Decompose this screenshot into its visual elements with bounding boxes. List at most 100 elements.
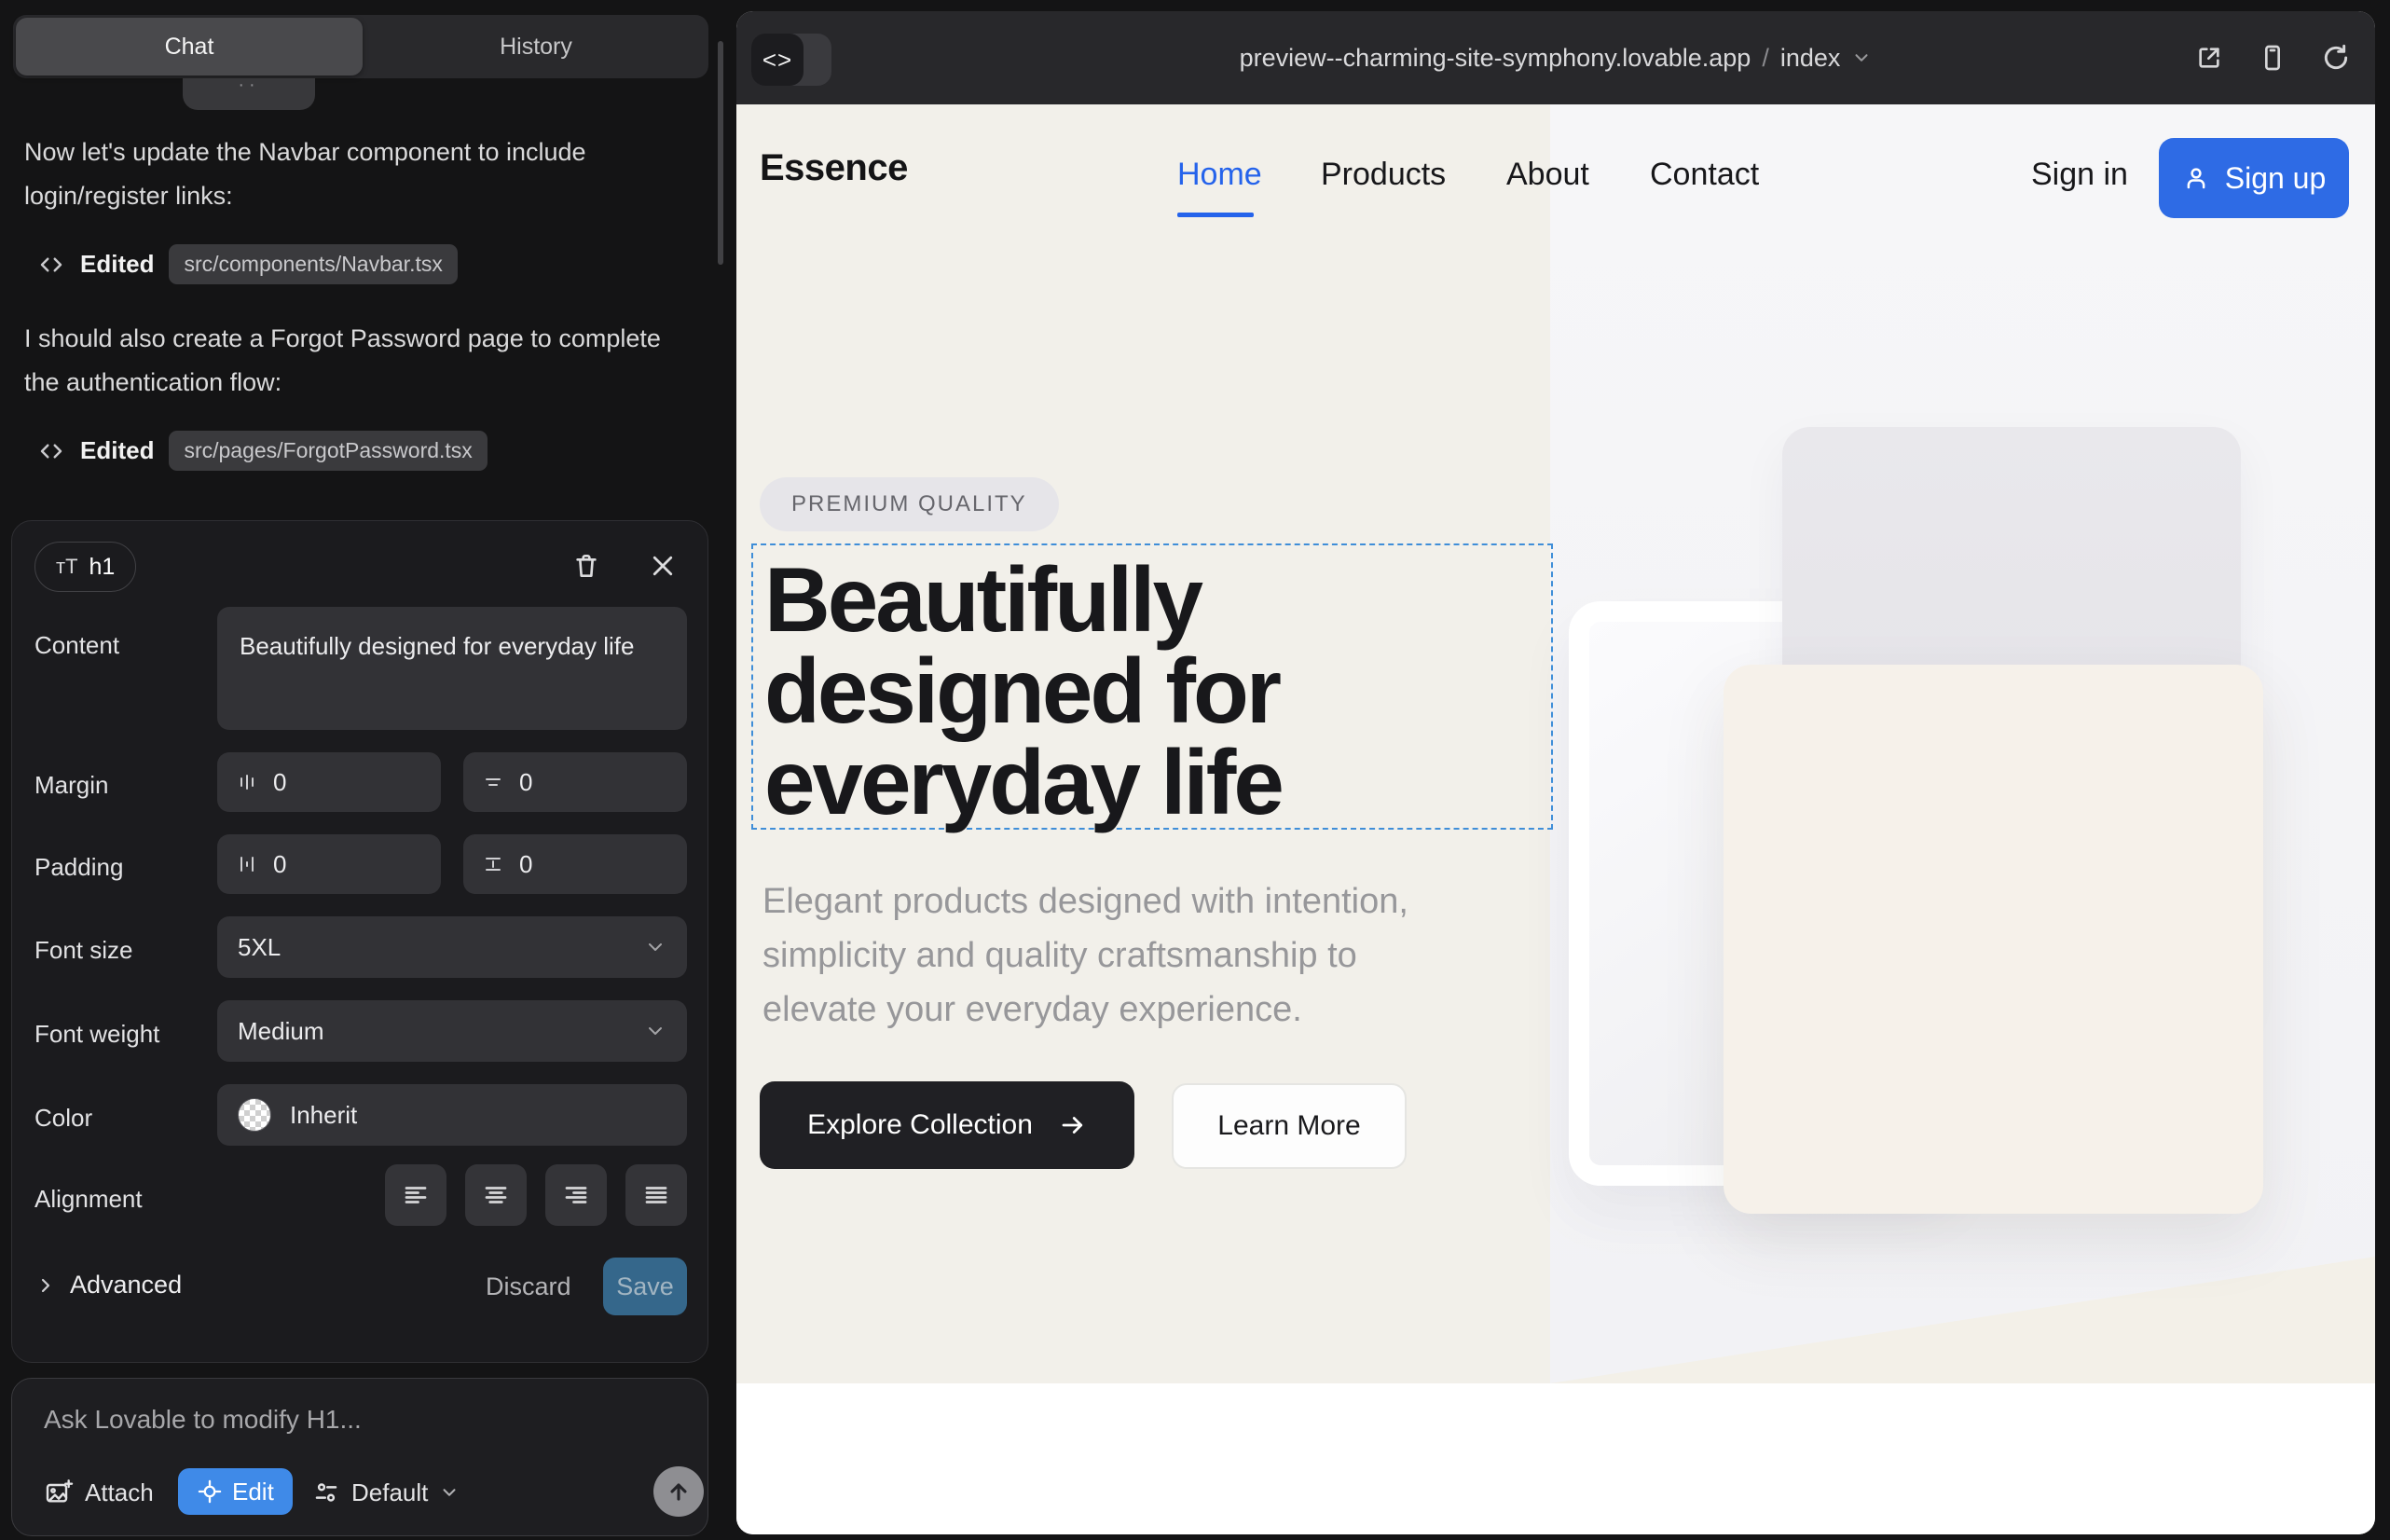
padding-horizontal-icon <box>236 853 258 875</box>
code-preview-toggle[interactable]: <> <box>751 34 831 86</box>
nav-link-home[interactable]: Home <box>1177 157 1262 193</box>
font-size-select[interactable]: 5XL <box>217 916 687 978</box>
hero-paragraph: Elegant products designed with intention… <box>762 874 1408 1037</box>
color-value: Inherit <box>290 1101 357 1130</box>
chat-message: I should also create a Forgot Password p… <box>24 317 686 405</box>
advanced-toggle[interactable]: Advanced <box>34 1271 182 1299</box>
trash-icon <box>571 551 601 581</box>
font-weight-select[interactable]: Medium <box>217 1000 687 1062</box>
sign-in-link[interactable]: Sign in <box>2031 157 2128 193</box>
delete-element-button[interactable] <box>568 547 605 584</box>
edited-file-row: Edited src/components/Navbar.tsx <box>37 244 458 284</box>
padding-label: Padding <box>34 853 123 882</box>
send-button[interactable] <box>653 1466 704 1517</box>
edited-label: Edited <box>80 436 154 465</box>
tab-history-label: History <box>500 34 572 61</box>
color-select[interactable]: Inherit <box>217 1084 687 1146</box>
align-left-button[interactable] <box>385 1164 446 1226</box>
attach-button[interactable]: Attach <box>44 1468 154 1517</box>
tab-chat-label: Chat <box>165 34 214 61</box>
edited-file-row: Edited src/pages/ForgotPassword.tsx <box>37 431 488 471</box>
alignment-label: Alignment <box>34 1185 143 1214</box>
site-logo[interactable]: Essence <box>760 147 908 189</box>
file-chip[interactable]: src/components/Navbar.tsx <box>169 244 457 284</box>
url-separator: / <box>1762 44 1769 73</box>
chat-history-tabs: Chat History <box>13 15 708 78</box>
chevron-right-icon <box>34 1274 57 1297</box>
url-bar[interactable]: preview--charming-site-symphony.lovable.… <box>736 11 2375 104</box>
advanced-label: Advanced <box>70 1271 182 1299</box>
decor-card-cream <box>1724 665 2263 1214</box>
hero-section: Essence Home Products About Contact Sign… <box>736 104 2375 1383</box>
typography-icon: тT <box>56 555 78 579</box>
tab-history[interactable]: History <box>367 15 705 78</box>
align-left-icon <box>402 1181 430 1209</box>
arrow-up-icon <box>666 1478 692 1505</box>
align-justify-icon <box>642 1181 670 1209</box>
explore-collection-button[interactable]: Explore Collection <box>760 1081 1134 1169</box>
padding-x-value: 0 <box>273 850 286 879</box>
align-right-button[interactable] <box>545 1164 607 1226</box>
attach-label: Attach <box>85 1478 154 1507</box>
close-editor-button[interactable] <box>644 547 681 584</box>
chat-scrollbar[interactable] <box>718 41 723 265</box>
learn-more-button[interactable]: Learn More <box>1172 1083 1407 1169</box>
edited-label: Edited <box>80 250 154 279</box>
save-button[interactable]: Save <box>603 1258 687 1315</box>
refresh-button[interactable] <box>2321 43 2351 73</box>
code-icon <box>37 251 65 279</box>
content-label: Content <box>34 631 119 660</box>
font-weight-value: Medium <box>238 1017 323 1046</box>
hero-paragraph-line: simplicity and quality craftsmanship to <box>762 928 1408 983</box>
hero-paragraph-line: elevate your everyday experience. <box>762 983 1408 1037</box>
model-default-dropdown[interactable]: Default <box>312 1468 460 1517</box>
align-justify-button[interactable] <box>625 1164 687 1226</box>
padding-vertical-icon <box>482 853 504 875</box>
align-center-icon <box>482 1181 510 1209</box>
sign-up-label: Sign up <box>2225 161 2327 196</box>
hero-heading[interactable]: Beautifully designed for everyday life <box>764 554 1282 828</box>
composer-input[interactable]: Ask Lovable to modify H1... <box>44 1405 362 1435</box>
badge-label: PREMIUM QUALITY <box>791 491 1027 517</box>
padding-x-input[interactable]: 0 <box>217 834 441 894</box>
margin-y-input[interactable]: 0 <box>463 752 687 812</box>
url-host: preview--charming-site-symphony.lovable.… <box>1240 44 1751 73</box>
edit-mode-button[interactable]: Edit <box>178 1468 293 1515</box>
padding-y-input[interactable]: 0 <box>463 834 687 894</box>
element-editor-panel: тT h1 Content Beautifully designed for e… <box>11 520 708 1363</box>
nav-link-about[interactable]: About <box>1506 157 1589 193</box>
align-center-button[interactable] <box>465 1164 527 1226</box>
code-segment[interactable]: <> <box>751 34 804 86</box>
hero-heading-line: everyday life <box>764 736 1282 828</box>
mobile-view-button[interactable] <box>2258 43 2287 73</box>
padding-y-value: 0 <box>519 850 532 879</box>
align-right-icon <box>562 1181 590 1209</box>
preview-window: preview--charming-site-symphony.lovable.… <box>736 11 2375 1534</box>
content-input[interactable]: Beautifully designed for everyday life <box>217 607 687 730</box>
tab-chat[interactable]: Chat <box>16 18 363 76</box>
sign-up-button[interactable]: Sign up <box>2159 138 2349 218</box>
margin-label: Margin <box>34 771 108 800</box>
nav-link-products[interactable]: Products <box>1321 157 1446 193</box>
chevron-down-icon <box>1851 48 1872 68</box>
font-size-label: Font size <box>34 936 133 965</box>
clipped-scroll-pill: ·· <box>183 78 315 110</box>
open-external-button[interactable] <box>2194 43 2224 73</box>
color-label: Color <box>34 1104 92 1133</box>
file-chip[interactable]: src/pages/ForgotPassword.tsx <box>169 431 487 471</box>
url-page: index <box>1780 44 1841 73</box>
chevron-down-icon <box>439 1482 460 1503</box>
attach-image-icon <box>44 1478 74 1507</box>
margin-x-input[interactable]: 0 <box>217 752 441 812</box>
sliders-icon <box>312 1478 340 1506</box>
edit-label: Edit <box>232 1478 274 1506</box>
font-weight-label: Font weight <box>34 1020 159 1049</box>
code-icon: <> <box>762 46 792 75</box>
default-label: Default <box>351 1478 428 1507</box>
margin-x-value: 0 <box>273 768 286 797</box>
composer: Ask Lovable to modify H1... Attach Edit … <box>11 1378 708 1536</box>
hero-heading-line: designed for <box>764 645 1282 736</box>
color-swatch <box>238 1098 271 1132</box>
discard-button[interactable]: Discard <box>486 1272 571 1301</box>
nav-link-contact[interactable]: Contact <box>1650 157 1759 193</box>
